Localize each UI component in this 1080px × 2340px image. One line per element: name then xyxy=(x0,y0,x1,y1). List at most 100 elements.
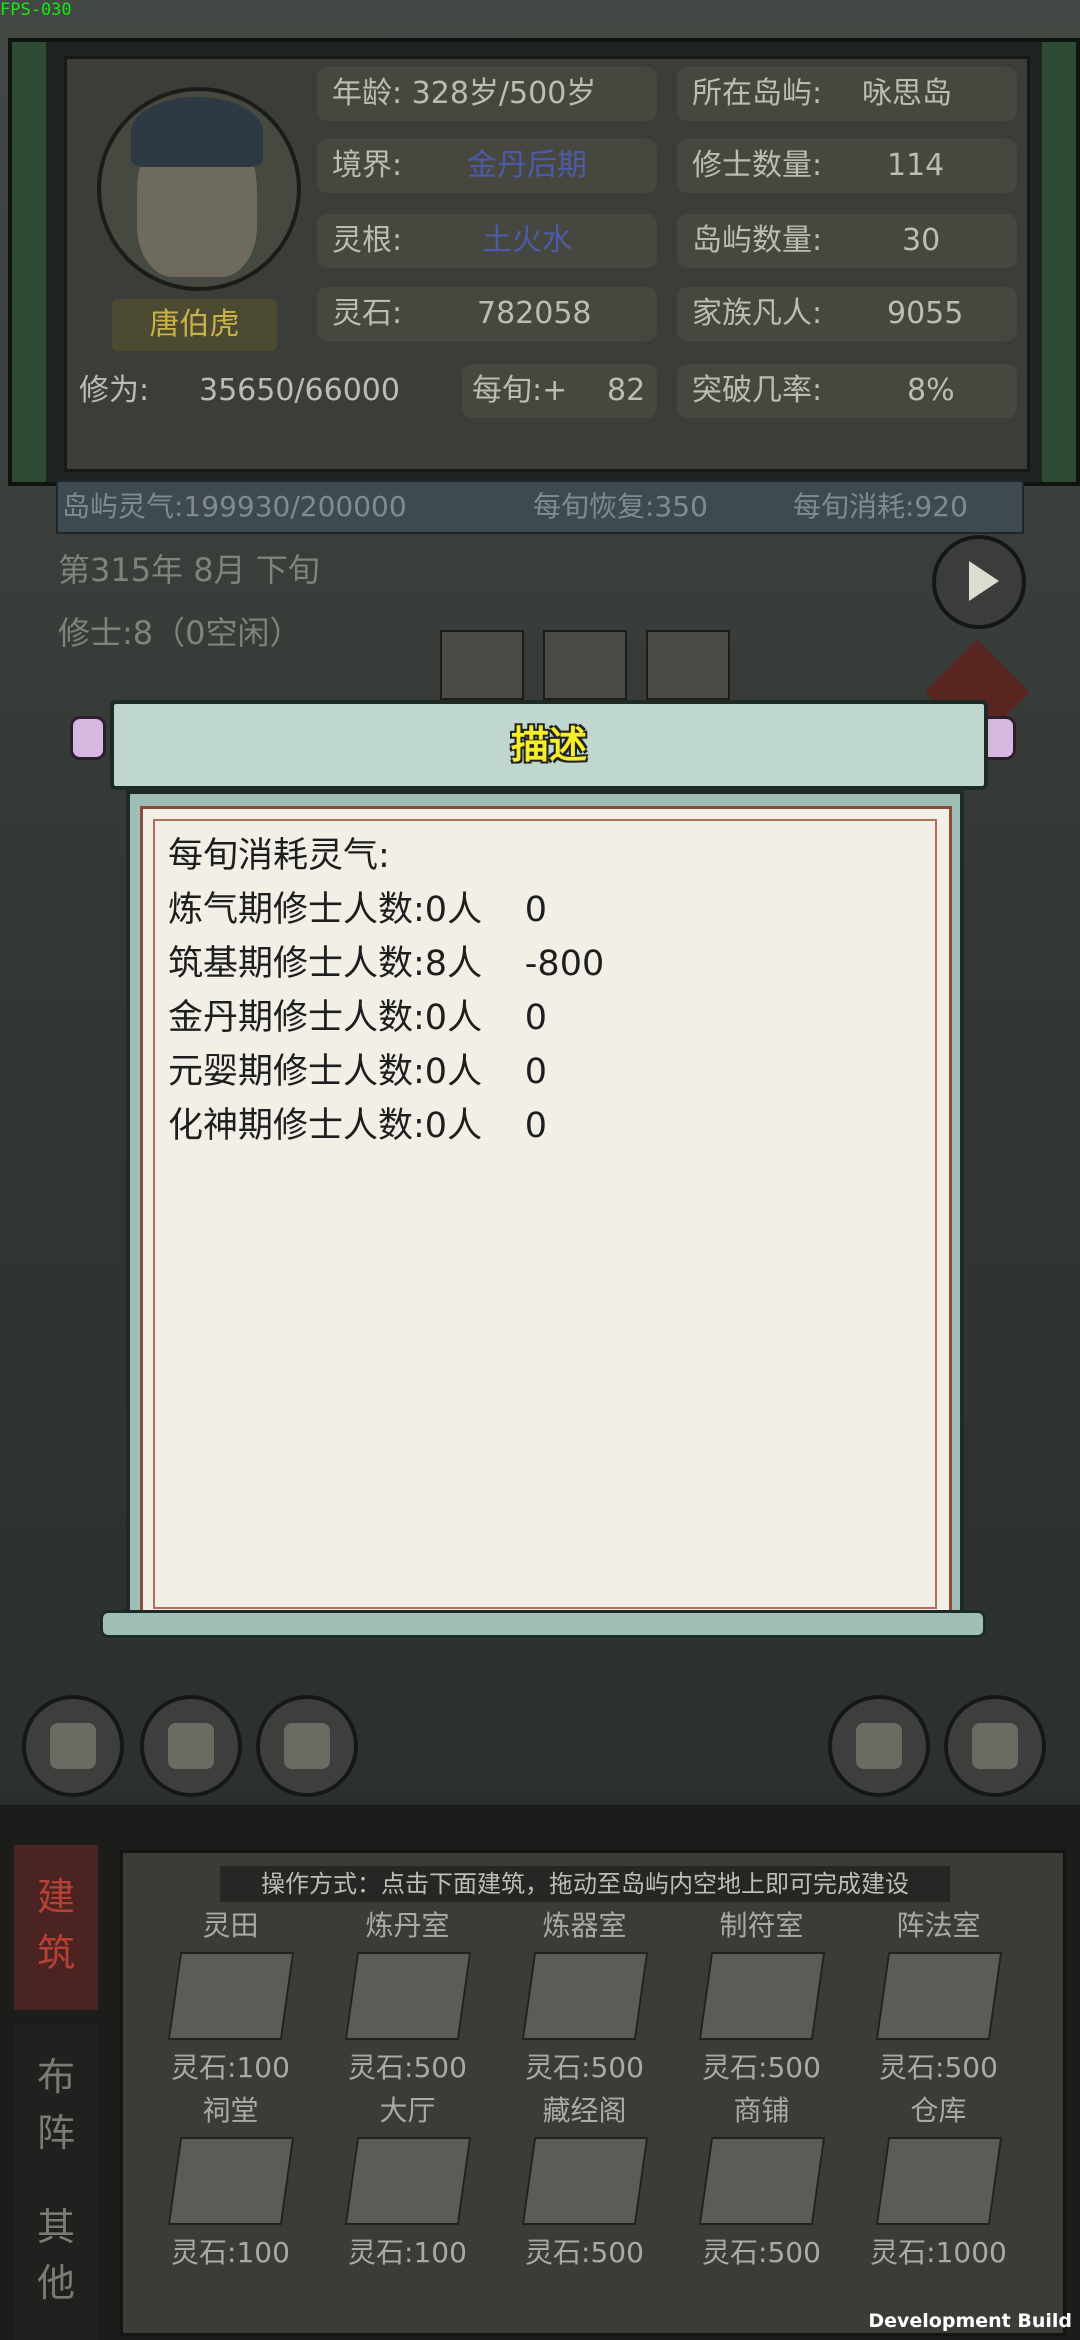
building-image xyxy=(167,1952,294,2040)
development-build-label: Development Build xyxy=(868,2310,1072,2332)
row-label: 元婴期修士人数: xyxy=(168,1052,425,1092)
mortals-value: 9055 xyxy=(887,296,964,331)
building-name: 灵田 xyxy=(202,1909,259,1942)
dialog-title-bar: 描述 xyxy=(110,700,988,790)
row-label: 金丹期修士人数: xyxy=(168,998,425,1038)
realm-stat: 境界: 金丹后期 xyxy=(332,139,662,193)
root-value: 土火水 xyxy=(482,223,572,258)
building-item-alchemy-room[interactable]: 炼丹室 灵石:500 xyxy=(320,1908,495,2088)
inventory-button[interactable] xyxy=(140,1695,242,1797)
cultivator-count: 修士:8（0空闲） xyxy=(58,614,302,652)
character-button[interactable] xyxy=(22,1695,124,1797)
building-cost: 灵石:500 xyxy=(525,2236,644,2269)
building-cost: 灵石:1000 xyxy=(870,2236,1007,2269)
character-scroll-panel: 唐伯虎 年龄: 328岁/500岁 境界: 金丹后期 灵根: 土火水 灵石: 7… xyxy=(8,38,1080,486)
row-label: 炼气期修士人数: xyxy=(168,890,425,930)
dialog-body: 每旬消耗灵气: 炼气期修士人数: 0人 0 筑基期修士人数: 8人 -800 金丹期修士… xyxy=(126,790,964,1638)
stones-value: 782058 xyxy=(477,296,592,331)
dialog-paper: 每旬消耗灵气: 炼气期修士人数: 0人 0 筑基期修士人数: 8人 -800 金丹期修士… xyxy=(140,806,952,1624)
building-item-spirit-field[interactable]: 灵田 灵石:100 xyxy=(143,1908,318,2088)
building-item-shop[interactable]: 商铺 灵石:500 xyxy=(674,2093,849,2273)
per-label: 每旬:+ xyxy=(472,373,568,408)
building-name: 商铺 xyxy=(733,2094,790,2127)
root-label: 灵根: xyxy=(332,223,403,258)
building-image xyxy=(521,2137,648,2225)
building-image xyxy=(344,1952,471,2040)
row-count: 0人 xyxy=(424,890,483,930)
building-item-array-room[interactable]: 阵法室 灵石:500 xyxy=(851,1908,1026,2088)
description-heading: 每旬消耗灵气: xyxy=(168,836,390,876)
building-image xyxy=(698,1952,825,2040)
building-name: 祠堂 xyxy=(202,2094,259,2127)
build-hammer-button[interactable] xyxy=(828,1695,930,1797)
building-cost: 灵石:500 xyxy=(702,2236,821,2269)
cultivators-label: 修士数量: xyxy=(692,148,823,183)
build-instructions: 操作方式：点击下面建筑，拖动至岛屿内空地上即可完成建设 xyxy=(220,1866,950,1902)
fps-counter: FPS-030 xyxy=(0,0,72,20)
per-value: 82 xyxy=(607,373,646,408)
hammer-icon xyxy=(856,1723,902,1769)
breakthrough-stat: 突破几率: 8% xyxy=(692,364,1022,418)
settings-button[interactable] xyxy=(944,1695,1046,1797)
stones-stat: 灵石: 782058 xyxy=(332,287,662,341)
cultivators-stat: 修士数量: 114 xyxy=(692,139,1022,193)
age-stat: 年龄: 328岁/500岁 xyxy=(332,76,597,111)
row-label: 筑基期修士人数: xyxy=(168,944,425,984)
description-dialog: 描述 每旬消耗灵气: 炼气期修士人数: 0人 0 筑基期修士人数: 8人 -800 金丹… xyxy=(70,690,1016,1640)
realm-label: 境界: xyxy=(332,148,403,183)
building-image xyxy=(875,1952,1002,2040)
tab-build[interactable]: 建筑 xyxy=(14,1845,98,2010)
list-item: 元婴期修士人数: 0人 0 xyxy=(168,1045,604,1099)
next-turn-button[interactable] xyxy=(932,535,1026,629)
breakthrough-label: 突破几率: xyxy=(692,373,823,408)
building-name: 制符室 xyxy=(719,1909,804,1942)
building-cost: 灵石:500 xyxy=(348,2051,467,2084)
building-cost: 灵石:500 xyxy=(525,2051,644,2084)
row-count: 0人 xyxy=(424,1052,483,1092)
list-item: 化神期修士人数: 0人 0 xyxy=(168,1099,604,1153)
building-item-main-hall[interactable]: 大厅 灵石:100 xyxy=(320,2093,495,2273)
realm-value: 金丹后期 xyxy=(467,148,587,183)
building-image xyxy=(344,2137,471,2225)
bag-icon xyxy=(168,1723,214,1769)
tab-array[interactable]: 布阵 xyxy=(14,2025,98,2190)
building-name: 藏经阁 xyxy=(542,2094,627,2127)
building-image xyxy=(167,2137,294,2225)
building-cost: 灵石:500 xyxy=(879,2051,998,2084)
building-name: 炼丹室 xyxy=(365,1909,450,1942)
tab-other[interactable]: 其他 xyxy=(14,2175,98,2340)
per-stat: 每旬:+ 82 xyxy=(472,364,662,418)
scroll-rod-left xyxy=(12,42,46,482)
building-item-scripture-pavilion[interactable]: 藏经阁 灵石:500 xyxy=(497,2093,672,2273)
character-info: 唐伯虎 年龄: 328岁/500岁 境界: 金丹后期 灵根: 土火水 灵石: 7… xyxy=(64,56,1030,472)
cultivation-stat: 修为: 35650/66000 xyxy=(79,364,459,418)
player-name[interactable]: 唐伯虎 xyxy=(112,299,277,351)
aura-total: 岛屿灵气:199930/200000 xyxy=(62,490,407,523)
islands-value: 30 xyxy=(902,223,941,258)
aura-consume: 每旬消耗:920 xyxy=(793,490,968,523)
scroll-knob-left xyxy=(70,716,106,760)
island-aura-bar[interactable]: 岛屿灵气:199930/200000 每旬恢复:350 每旬消耗:920 xyxy=(56,480,1024,534)
age-label: 年龄 xyxy=(332,76,392,111)
stones-label: 灵石: xyxy=(332,296,403,331)
dialog-bottom-rod xyxy=(100,1610,986,1638)
building-item-ancestral-hall[interactable]: 祠堂 灵石:100 xyxy=(143,2093,318,2273)
dialog-title: 描述 xyxy=(510,723,587,767)
avatar[interactable] xyxy=(97,87,301,291)
cultivators-value: 114 xyxy=(887,148,945,183)
building-name: 阵法室 xyxy=(896,1909,981,1942)
scroll-rod-right xyxy=(1042,42,1076,482)
location-stat: 所在岛屿: 咏思岛 xyxy=(692,67,1022,121)
row-cost: 0 xyxy=(524,890,548,930)
location-value: 咏思岛 xyxy=(862,76,952,111)
avatar-hair xyxy=(131,97,263,167)
building-cost: 灵石:100 xyxy=(348,2236,467,2269)
building-item-warehouse[interactable]: 仓库 灵石:1000 xyxy=(851,2093,1026,2273)
building-item-forge-room[interactable]: 炼器室 灵石:500 xyxy=(497,1908,672,2088)
map-button[interactable] xyxy=(256,1695,358,1797)
building-cost: 灵石:100 xyxy=(171,2051,290,2084)
gear-icon xyxy=(972,1723,1018,1769)
row-count: 0人 xyxy=(424,998,483,1038)
building-item-talisman-room[interactable]: 制符室 灵石:500 xyxy=(674,1908,849,2088)
row-cost: 0 xyxy=(524,1052,548,1092)
